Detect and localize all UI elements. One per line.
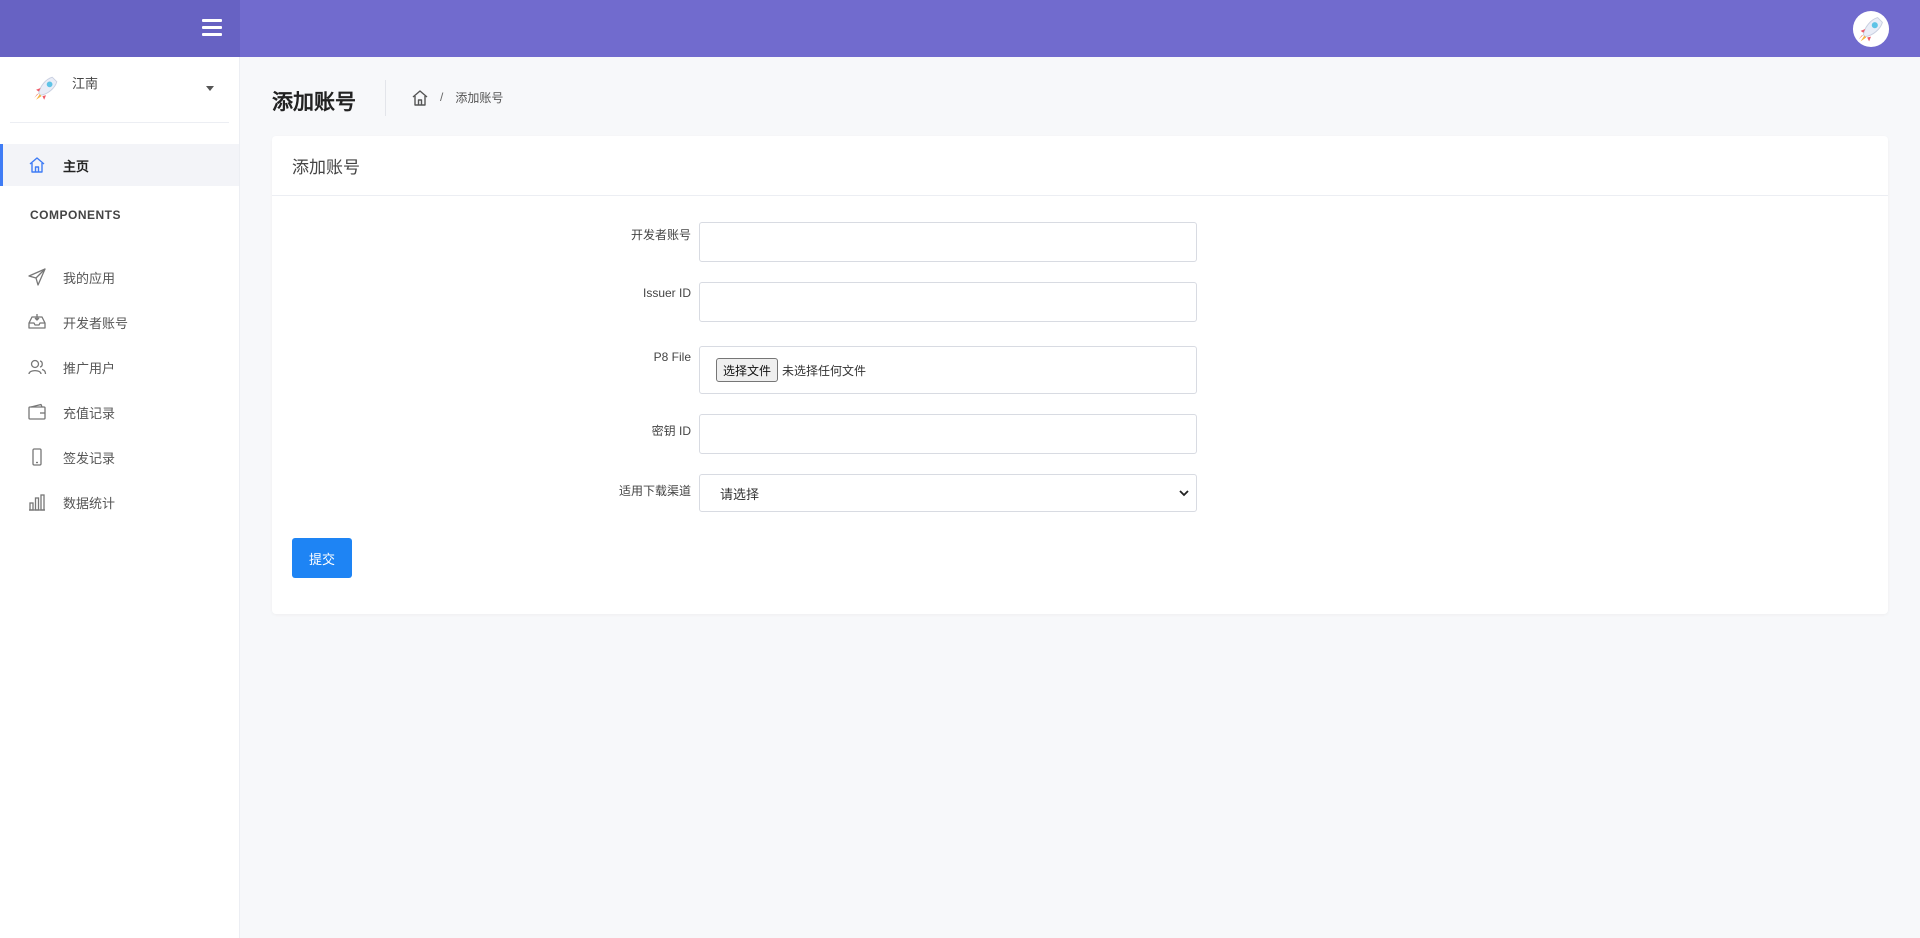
form-card: 添加账号 开发者账号 Issuer ID P8 File 选择文件 未选择任何文… <box>272 136 1888 614</box>
sidebar-item-home[interactable]: 主页 <box>0 144 239 186</box>
file-status-text: 未选择任何文件 <box>782 363 867 378</box>
sidebar: 江南 主页 COMPONENTS 我的应用 开发者账号 推广用户 充值记录 签发… <box>0 57 240 938</box>
developer-account-input[interactable] <box>699 222 1197 262</box>
sidebar-item-label: 我的应用 <box>63 270 116 286</box>
bar-chart-icon <box>27 492 47 512</box>
sidebar-item-data-statistics[interactable]: 数据统计 <box>0 482 239 522</box>
sidebar-item-label: 充值记录 <box>63 405 116 421</box>
issuer-id-label: Issuer ID <box>642 286 691 300</box>
submit-button[interactable]: 提交 <box>292 538 352 578</box>
users-icon <box>27 357 47 377</box>
sidebar-item-label: 数据统计 <box>63 495 116 511</box>
hamburger-menu-icon[interactable] <box>202 19 222 37</box>
header-divider <box>385 80 386 116</box>
sidebar-item-signing-records[interactable]: 签发记录 <box>0 437 239 477</box>
sidebar-item-label: 主页 <box>63 158 90 174</box>
inbox-icon <box>27 312 47 332</box>
p8-file-input[interactable]: 选择文件 未选择任何文件 <box>699 346 1197 394</box>
wallet-icon <box>27 402 47 422</box>
caret-down-icon[interactable] <box>206 86 214 91</box>
sidebar-item-label: 签发记录 <box>63 450 116 466</box>
key-id-input[interactable] <box>699 414 1197 454</box>
sidebar-item-label: 推广用户 <box>63 360 116 376</box>
sidebar-item-developer-accounts[interactable]: 开发者账号 <box>0 302 239 342</box>
user-name: 江南 <box>72 76 99 91</box>
select-value: 请选择 <box>720 486 760 502</box>
key-id-label: 密钥 ID <box>651 424 691 438</box>
home-icon <box>27 155 47 175</box>
chevron-down-icon <box>1178 487 1190 499</box>
breadcrumb-separator: / <box>440 90 444 104</box>
sidebar-item-my-apps[interactable]: 我的应用 <box>0 257 239 297</box>
developer-account-label: 开发者账号 <box>630 228 691 242</box>
rocket-avatar-icon[interactable] <box>1852 10 1890 48</box>
phone-icon <box>27 447 47 467</box>
sidebar-item-recharge-records[interactable]: 充值记录 <box>0 392 239 432</box>
issuer-id-input[interactable] <box>699 282 1197 322</box>
top-bar <box>0 0 1920 57</box>
sidebar-item-label: 开发者账号 <box>63 315 129 331</box>
card-title: 添加账号 <box>272 136 1888 196</box>
download-channel-select[interactable]: 请选择 <box>699 474 1197 512</box>
sidebar-section-title: COMPONENTS <box>30 208 122 222</box>
user-panel: 江南 <box>10 57 229 123</box>
page-title: 添加账号 <box>272 91 356 114</box>
send-icon <box>27 267 47 287</box>
download-channel-label: 适用下载渠道 <box>618 484 691 498</box>
choose-file-button[interactable]: 选择文件 <box>716 358 779 382</box>
breadcrumb-current: 添加账号 <box>455 90 504 105</box>
sidebar-item-promoted-users[interactable]: 推广用户 <box>0 347 239 387</box>
rocket-avatar-icon <box>28 70 64 106</box>
breadcrumb: / 添加账号 <box>410 88 503 106</box>
p8-file-label: P8 File <box>653 350 691 364</box>
home-icon[interactable] <box>410 88 428 106</box>
